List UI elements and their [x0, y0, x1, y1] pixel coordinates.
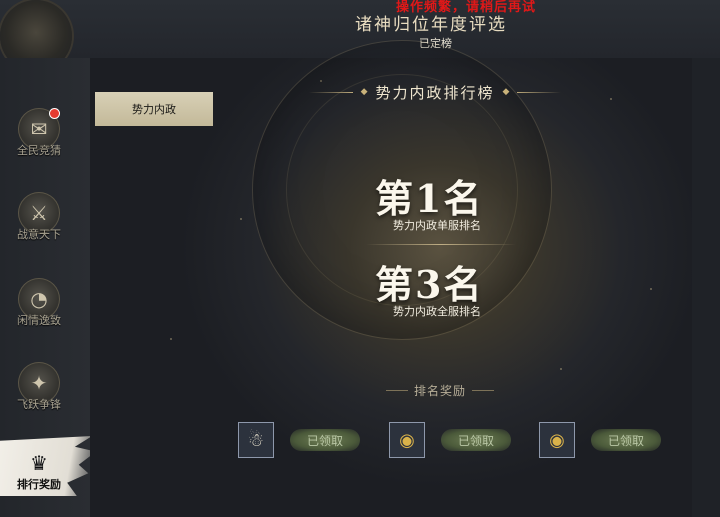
reward-entry: ◉ 已领取	[389, 422, 511, 458]
sidebar-item-leisure[interactable]: ◔ 闲情逸致	[6, 278, 72, 348]
reward-entry: ◉ 已领取	[539, 422, 661, 458]
sidebar-item-ranking-rewards[interactable]: ♛ 排行奖励	[6, 442, 72, 512]
server-rank-value: 第1名	[375, 176, 484, 221]
page-title: 诸神归位年度评选	[355, 15, 507, 35]
ranking-title: ◆ 势力内政排行榜 ◆	[280, 80, 590, 104]
claimed-button[interactable]: 已领取	[441, 429, 511, 451]
sidebar-item-war[interactable]: ⚔ 战意天下	[6, 192, 72, 262]
diamond-icon: ◆	[502, 87, 510, 97]
sparkle	[610, 98, 612, 100]
gold-bowl-icon[interactable]: ◉	[389, 422, 425, 458]
title-line-left	[308, 91, 353, 93]
notification-badge	[50, 109, 59, 118]
sidebar-item-race[interactable]: ✦ 飞跃争锋	[6, 362, 72, 432]
sidebar-item-label: 战意天下	[17, 228, 61, 241]
claimed-button[interactable]: 已领取	[290, 429, 360, 451]
ranking-title-text: 势力内政排行榜	[375, 83, 495, 102]
gold-bowl-icon[interactable]: ◉	[539, 422, 575, 458]
sparkle	[560, 368, 562, 370]
right-edge	[692, 58, 720, 517]
sidebar-item-label: 全民竞猜	[17, 144, 61, 157]
title-line-left	[385, 389, 408, 391]
global-rank-label: 势力内政全服排名	[393, 305, 481, 318]
sidebar-item-quiz[interactable]: ✉ 全民竞猜	[6, 108, 72, 178]
sparkle	[170, 338, 172, 340]
sidebar-item-label: 排行奖励	[17, 478, 61, 491]
sparkle	[650, 288, 652, 290]
sidebar-item-label: 闲情逸致	[17, 314, 61, 327]
rank-divider	[366, 244, 516, 245]
snowman-avatar-icon[interactable]: ☃	[238, 422, 274, 458]
tab-internal-affairs[interactable]: 势力内政	[95, 92, 213, 126]
sidebar-item-label: 飞跃争锋	[17, 398, 61, 411]
rewards-title-text: 排名奖励	[413, 383, 466, 398]
server-rank-label: 势力内政单服排名	[393, 219, 481, 232]
global-rank-value: 第3名	[375, 262, 484, 307]
sparkle	[240, 218, 242, 220]
claimed-button[interactable]: 已领取	[591, 429, 661, 451]
title-line-right	[472, 389, 494, 391]
rewards-title: 排名奖励	[375, 380, 505, 400]
reward-entry: ☃ 已领取	[238, 422, 360, 458]
title-line-right	[517, 91, 562, 93]
diamond-icon: ◆	[360, 87, 368, 97]
